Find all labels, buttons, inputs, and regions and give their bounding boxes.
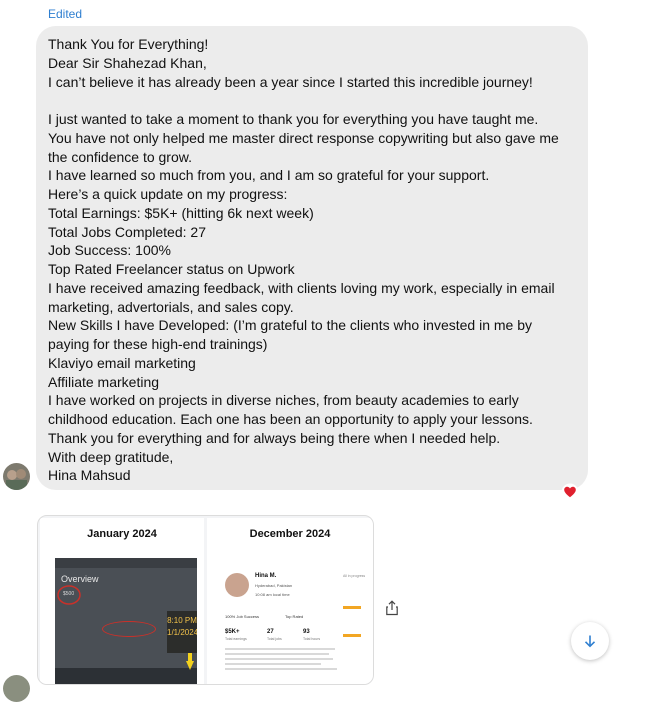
message-line: Job Success: 100% xyxy=(48,242,171,259)
message-line: I just wanted to take a moment to thank … xyxy=(48,111,539,127)
message-bubble[interactable]: Thank You for Everything! Dear Sir Shahez… xyxy=(36,26,588,490)
message-line: Thank You for Everything! xyxy=(48,36,209,52)
message-line xyxy=(48,91,576,110)
sender-avatar[interactable] xyxy=(3,463,30,490)
message-line: I have received amazing feedback, with c… xyxy=(48,279,555,296)
message-line: I can’t believe it has already been a ye… xyxy=(48,73,533,90)
panel-title-december: December 2024 xyxy=(249,528,331,540)
arrow-down-icon xyxy=(584,635,596,648)
message-line: marketing, advertorials, and sales copy. xyxy=(48,298,294,315)
attachment-after-panel: December 2024 Hina M. Hyderabad, Pakista… xyxy=(207,518,373,684)
next-sender-avatar[interactable] xyxy=(3,675,30,702)
attachment-before-panel: January 2024 Overview $500 8:10 PM 1/1/2… xyxy=(40,518,204,684)
message-line: You have not only helped me master direc… xyxy=(48,129,559,146)
photo-time: 8:10 PM xyxy=(167,616,197,625)
message-line: With deep gratitude, xyxy=(48,448,174,465)
message-line: the confidence to grow. xyxy=(48,148,192,165)
share-icon[interactable] xyxy=(383,599,401,617)
panel-title-january: January 2024 xyxy=(87,528,157,540)
scroll-to-bottom-button[interactable] xyxy=(571,622,609,660)
message-line: Here’s a quick update on my progress: xyxy=(48,186,288,202)
message-line: Hina Mahsud xyxy=(48,467,131,484)
message-line: Top Rated Freelancer status on Upwork xyxy=(48,261,295,277)
earnings-photo: Overview $500 8:10 PM 1/1/2024 xyxy=(55,558,197,684)
message-line: Klaviyo email marketing xyxy=(48,354,196,371)
photo-date: 1/1/2024 xyxy=(167,628,197,637)
message-line: New Skills I have Developed: (I’m gratef… xyxy=(48,317,533,334)
message-line: Total Earnings: $5K+ (hitting 6k next we… xyxy=(48,204,314,221)
message-line: I have learned so much from you, and I a… xyxy=(48,167,490,184)
edited-label: Edited xyxy=(48,7,83,21)
image-attachment[interactable]: January 2024 Overview $500 8:10 PM 1/1/2… xyxy=(37,515,374,685)
photo-amount: $500 xyxy=(63,591,75,597)
photo-circled-note xyxy=(102,621,156,637)
message-line: Thank you for everything and for always … xyxy=(48,429,501,446)
photo-timestamp: 8:10 PM 1/1/2024 xyxy=(167,611,197,653)
message-line: paying for these high-end trainings) xyxy=(48,336,268,352)
message-line: Total Jobs Completed: 27 xyxy=(48,223,206,240)
message-line: Affiliate marketing xyxy=(48,373,160,390)
message-line: Dear Sir Shahezad Khan, xyxy=(48,54,207,71)
message-line: childhood education. Each one has been a… xyxy=(48,411,533,427)
heart-reaction-icon[interactable] xyxy=(561,483,579,501)
message-line: I have worked on projects in diverse nic… xyxy=(48,392,519,409)
